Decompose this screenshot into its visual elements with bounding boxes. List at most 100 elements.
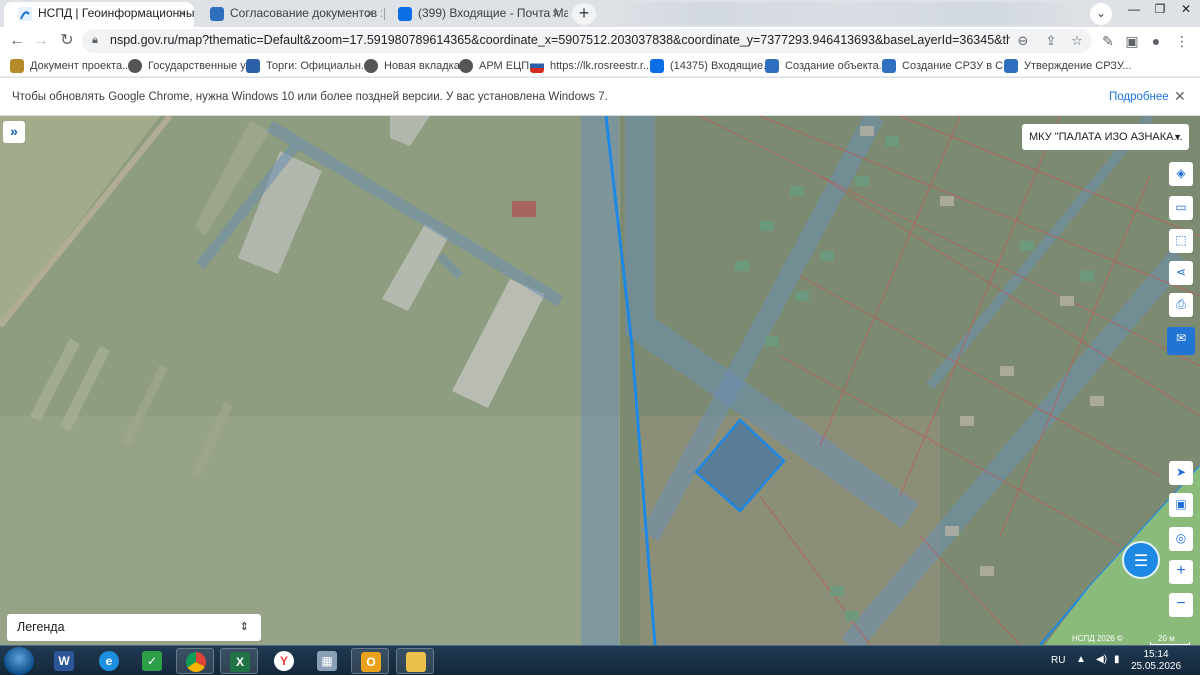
network-icon[interactable]: ▮ xyxy=(1114,654,1120,665)
bookmark-item[interactable]: Создание объекта... xyxy=(765,58,888,74)
bookmark-item[interactable]: Создание СРЗУ в С... xyxy=(882,58,1012,74)
bookmarks-bar: Документ проекта... Государственные у...… xyxy=(0,55,1200,77)
basemap-icon: ▣ xyxy=(1175,497,1187,511)
word-icon: W xyxy=(54,651,74,671)
new-tab-button[interactable]: + xyxy=(572,3,596,25)
map-copyright: НСПД 2026 © xyxy=(1072,634,1123,643)
organization-select-value: МКУ "ПАЛАТА ИЗО АЗНАКА... xyxy=(1029,131,1183,143)
basemap-button[interactable]: ▣ xyxy=(1169,493,1193,517)
organization-select[interactable]: МКУ "ПАЛАТА ИЗО АЗНАКА... ▼ xyxy=(1022,124,1189,150)
chevron-down-icon: ▼ xyxy=(1173,132,1182,142)
bookmark-item[interactable]: Торги: Официальн... xyxy=(246,58,370,74)
menu-icon[interactable]: ⋮ xyxy=(1172,31,1192,51)
chrome-icon xyxy=(186,652,206,672)
minus-icon: − xyxy=(1176,595,1186,612)
flag-icon xyxy=(530,59,544,73)
legend-panel[interactable]: Легенда ⇕ xyxy=(7,614,261,641)
bookmark-label: Новая вкладка xyxy=(384,60,460,72)
bookmark-item[interactable]: Новая вкладка xyxy=(364,58,460,74)
taskbar-app-ie[interactable]: e xyxy=(90,648,128,674)
minimize-button[interactable]: — xyxy=(1120,0,1148,20)
tab-nspd[interactable]: НСПД | Геоинформационный п × xyxy=(4,2,194,27)
bookmark-item[interactable]: https://lk.rosreestr.r... xyxy=(530,58,652,74)
document-icon xyxy=(1004,59,1018,73)
taskbar-app-word[interactable]: W xyxy=(45,648,83,674)
zoom-out-button[interactable]: − xyxy=(1169,593,1193,617)
close-icon[interactable]: ✕ xyxy=(1174,88,1186,105)
print-button[interactable]: ⎙ xyxy=(1169,293,1193,317)
bookmark-label: Создание СРЗУ в С... xyxy=(902,60,1013,72)
bookmark-item[interactable]: Государственные у... xyxy=(128,58,254,74)
close-icon[interactable]: × xyxy=(552,2,560,25)
folder-icon xyxy=(406,652,426,672)
globe-icon xyxy=(128,59,142,73)
reload-icon: ↻ xyxy=(60,32,74,49)
close-window-button[interactable]: ✕ xyxy=(1172,0,1200,20)
bookmark-label: (14375) Входящие... xyxy=(670,60,773,72)
bookmark-item[interactable]: (14375) Входящие... xyxy=(650,58,772,74)
taskbar-app-yandex[interactable]: Y xyxy=(265,648,303,674)
restore-button[interactable]: ❐ xyxy=(1146,0,1174,20)
reload-button[interactable]: ↻ xyxy=(56,30,78,52)
taskbar-app-outlook[interactable]: O xyxy=(351,648,389,674)
expand-panel-button[interactable]: » xyxy=(3,121,25,143)
compass-icon: ◎ xyxy=(1175,531,1187,545)
layers-button[interactable]: ◈ xyxy=(1169,162,1193,186)
mail-icon xyxy=(398,7,412,21)
messages-button[interactable]: ☰ xyxy=(1122,541,1160,579)
eagle-icon xyxy=(246,59,260,73)
language-indicator[interactable]: RU xyxy=(1051,655,1065,666)
bookmark-item[interactable]: Утверждение СРЗУ... xyxy=(1004,58,1132,74)
geolocation-button[interactable]: ◎ xyxy=(1169,527,1193,551)
excel-icon: X xyxy=(230,652,250,672)
document-icon xyxy=(882,59,896,73)
close-icon[interactable]: × xyxy=(366,2,374,25)
address-bar[interactable]: 🔒︎ nspd.gov.ru/map?thematic=Default&zoom… xyxy=(82,29,1092,53)
star-icon[interactable]: ☆ xyxy=(1068,32,1086,50)
browser-window: НСПД | Геоинформационный п × Согласовани… xyxy=(0,0,1200,645)
message-list-icon: ☰ xyxy=(1133,553,1149,570)
chat-support-button[interactable]: ✉ xyxy=(1167,327,1195,355)
select-area-button[interactable]: ⬚ xyxy=(1169,229,1193,253)
share-icon[interactable]: ⇪ xyxy=(1042,32,1060,50)
start-button[interactable] xyxy=(4,647,34,675)
tab-mail[interactable]: (399) Входящие - Почта Mail × xyxy=(384,2,568,27)
profile-icon[interactable]: ● xyxy=(1146,31,1166,51)
tab-search-button[interactable]: ⌄ xyxy=(1090,3,1112,25)
windows-taskbar: W e ✓ X Y ▦ O RU ▲ ◀) ▮ 15:14 25.05.2026 xyxy=(0,645,1200,675)
forward-button[interactable]: → xyxy=(30,30,52,52)
extensions-icon[interactable]: ✎ xyxy=(1098,31,1118,51)
satellite-imagery xyxy=(0,116,1200,645)
clock-date: 25.05.2026 xyxy=(1130,661,1182,672)
locate-button[interactable]: ➤ xyxy=(1169,461,1193,485)
zoom-in-button[interactable]: + xyxy=(1169,560,1193,584)
taskbar-app-excel[interactable]: X xyxy=(220,648,258,674)
close-icon[interactable]: × xyxy=(178,2,186,25)
tab-documents[interactable]: Согласование документов : Наз × xyxy=(196,2,382,27)
measure-button[interactable]: ▭ xyxy=(1169,196,1193,220)
mail-icon xyxy=(650,59,664,73)
bookmark-label: Государственные у... xyxy=(148,60,254,72)
shield-icon: ✓ xyxy=(142,651,162,671)
back-button[interactable]: ← xyxy=(6,30,28,52)
system-clock[interactable]: 15:14 25.05.2026 xyxy=(1128,649,1184,673)
taskbar-app-explorer[interactable] xyxy=(396,648,434,674)
select-area-icon: ⬚ xyxy=(1175,233,1187,247)
taskbar-app-chrome[interactable] xyxy=(176,648,214,674)
bookmark-label: Утверждение СРЗУ... xyxy=(1024,60,1132,72)
ruler-icon: ▭ xyxy=(1175,200,1187,214)
chevron-down-icon: ⌄ xyxy=(1095,6,1107,20)
map-view[interactable]: » МКУ "ПАЛАТА ИЗО АЗНАКА... ▼ ◈ ▭ ⬚ ⋖ ⎙ … xyxy=(0,116,1200,645)
tray-expand-icon[interactable]: ▲ xyxy=(1076,654,1086,665)
double-chevron-right-icon: » xyxy=(10,123,18,139)
infobar-more-link[interactable]: Подробнее xyxy=(1109,91,1169,103)
taskbar-app-calculator[interactable]: ▦ xyxy=(308,648,346,674)
bookmark-item[interactable]: АРМ ЕЦП xyxy=(459,58,529,74)
side-panel-icon[interactable]: ▣ xyxy=(1122,31,1142,51)
taskbar-app-security[interactable]: ✓ xyxy=(133,648,171,674)
zoom-icon[interactable]: ⊖ xyxy=(1014,32,1032,50)
share-button[interactable]: ⋖ xyxy=(1169,261,1193,285)
url-text[interactable]: nspd.gov.ru/map?thematic=Default&zoom=17… xyxy=(110,33,1010,47)
volume-icon[interactable]: ◀) xyxy=(1096,654,1107,665)
bookmark-item[interactable]: Документ проекта... xyxy=(10,58,131,74)
